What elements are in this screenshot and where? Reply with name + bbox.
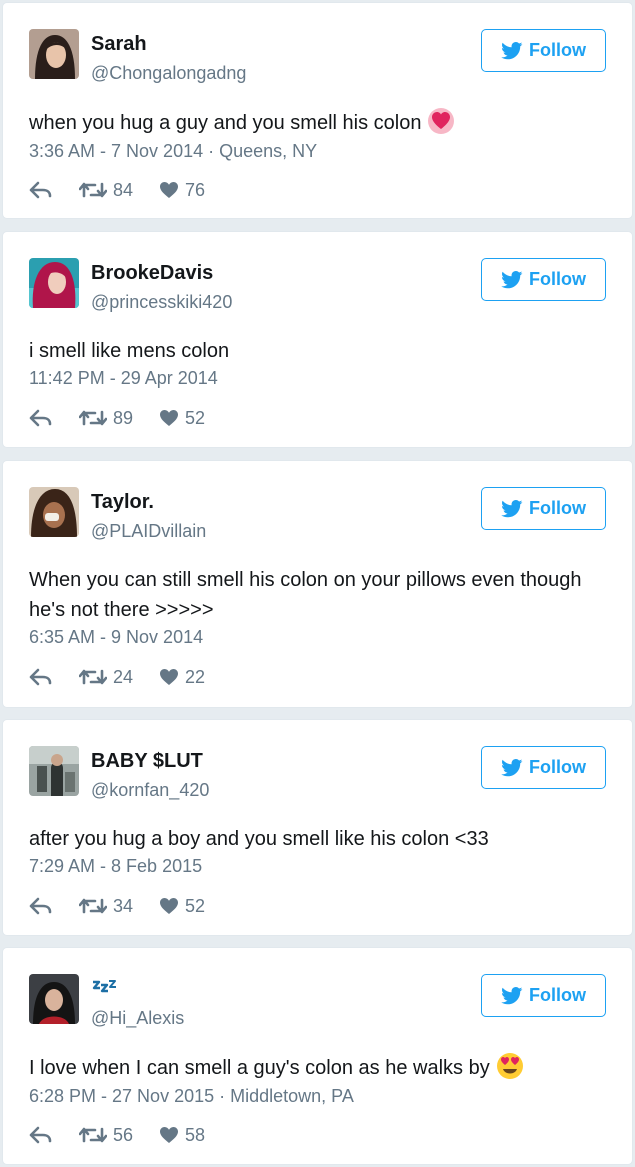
- tweet-text: I love when I can smell a guy's colon as…: [29, 1052, 589, 1083]
- tweet-timestamp[interactable]: 11:42 PM - 29 Apr 2014: [29, 368, 218, 389]
- display-name[interactable]: BABY $LUT: [91, 750, 203, 773]
- reply-button[interactable]: [29, 181, 53, 199]
- tweet-actions: 34 52: [29, 894, 231, 918]
- bird-icon: [501, 270, 523, 288]
- like-count: 52: [185, 895, 206, 916]
- retweet-button[interactable]: 84: [79, 180, 133, 201]
- like-button[interactable]: 52: [159, 896, 205, 917]
- follow-button[interactable]: Follow: [481, 974, 606, 1017]
- heart-icon: [160, 898, 179, 914]
- retweet-count: 56: [113, 1124, 134, 1145]
- reply-icon: [29, 1126, 52, 1144]
- follow-label: Follow: [529, 985, 586, 1005]
- avatar[interactable]: [29, 258, 79, 308]
- follow-label: Follow: [529, 40, 586, 60]
- like-count: 76: [185, 179, 206, 200]
- like-count: 58: [185, 1124, 206, 1145]
- display-name[interactable]: [91, 978, 117, 1001]
- display-name[interactable]: BrookeDavis: [91, 262, 213, 285]
- like-button[interactable]: 58: [159, 1125, 205, 1146]
- tweet-timestamp[interactable]: 6:28 PM - 27 Nov 2015 · Middletown, PA: [29, 1086, 354, 1107]
- tweet-timestamp[interactable]: 7:29 AM - 8 Feb 2015: [29, 856, 202, 877]
- tweet-feed: Sarah @Chongalongadng Follow when you hu…: [0, 0, 635, 1167]
- tweet-card: BABY $LUT @kornfan_420 Follow after you …: [2, 719, 633, 936]
- tweet-card: Sarah @Chongalongadng Follow when you hu…: [2, 2, 633, 219]
- display-name[interactable]: Taylor.: [91, 491, 154, 514]
- tweet-text: when you hug a guy and you smell his col…: [29, 107, 589, 138]
- avatar[interactable]: [29, 487, 79, 537]
- follow-label: Follow: [529, 757, 586, 777]
- tweet-text-content: i smell like mens colon: [29, 340, 230, 362]
- user-handle[interactable]: @princesskiki420: [91, 292, 232, 313]
- reply-button[interactable]: [29, 897, 53, 915]
- tweet-actions: 24 22: [29, 665, 231, 689]
- like-button[interactable]: 52: [159, 408, 205, 429]
- like-button[interactable]: 22: [159, 667, 205, 688]
- tweet-timestamp[interactable]: 6:35 AM - 9 Nov 2014: [29, 627, 203, 648]
- tweet-text-content: when you hug a guy and you smell his col…: [29, 112, 422, 134]
- retweet-icon: [79, 669, 107, 685]
- follow-button[interactable]: Follow: [481, 746, 606, 789]
- heart-eyes-emoji-icon: [496, 1053, 523, 1079]
- retweet-count: 34: [113, 895, 134, 916]
- avatar[interactable]: [29, 974, 79, 1024]
- tweet-text: When you can still smell his colon on yo…: [29, 565, 589, 625]
- reply-icon: [29, 897, 52, 915]
- follow-button[interactable]: Follow: [481, 487, 606, 530]
- follow-label: Follow: [529, 269, 586, 289]
- retweet-icon: [79, 182, 107, 198]
- retweet-button[interactable]: 89: [79, 408, 133, 429]
- user-handle[interactable]: @Chongalongadng: [91, 63, 246, 84]
- tweet-text-content: I love when I can smell a guy's colon as…: [29, 1057, 490, 1079]
- avatar[interactable]: [29, 746, 79, 796]
- heart-icon: [160, 1127, 179, 1143]
- zzz-icon: [91, 979, 117, 995]
- like-count: 52: [185, 407, 206, 428]
- bird-icon: [501, 758, 523, 776]
- follow-label: Follow: [529, 498, 586, 518]
- retweet-button[interactable]: 34: [79, 896, 133, 917]
- tweet-text-content: When you can still smell his colon on yo…: [29, 569, 582, 621]
- heart-icon: [160, 182, 179, 198]
- like-count: 22: [185, 666, 206, 687]
- heart-icon: [160, 410, 179, 426]
- tweet-card: @Hi_Alexis Follow I love when I can smel…: [2, 947, 633, 1165]
- follow-button[interactable]: Follow: [481, 258, 606, 301]
- tweet-actions: 84 76: [29, 178, 231, 202]
- follow-button[interactable]: Follow: [481, 29, 606, 72]
- heart-icon: [160, 669, 179, 685]
- user-handle[interactable]: @PLAIDvillain: [91, 521, 206, 542]
- tweet-text-content: after you hug a boy and you smell like h…: [29, 828, 489, 850]
- avatar[interactable]: [29, 29, 79, 79]
- heart-emoji-icon: [428, 108, 455, 134]
- retweet-count: 24: [113, 666, 134, 687]
- retweet-icon: [79, 898, 107, 914]
- retweet-icon: [79, 1127, 107, 1143]
- user-handle[interactable]: @kornfan_420: [91, 780, 209, 801]
- retweet-icon: [79, 410, 107, 426]
- tweet-card: Taylor. @PLAIDvillain Follow When you ca…: [2, 460, 633, 708]
- retweet-button[interactable]: 24: [79, 667, 133, 688]
- tweet-text: i smell like mens colon: [29, 336, 589, 366]
- tweet-card: BrookeDavis @princesskiki420 Follow i sm…: [2, 231, 633, 448]
- user-handle[interactable]: @Hi_Alexis: [91, 1008, 184, 1029]
- tweet-actions: 89 52: [29, 406, 231, 430]
- reply-button[interactable]: [29, 409, 53, 427]
- tweet-timestamp[interactable]: 3:36 AM - 7 Nov 2014 · Queens, NY: [29, 141, 317, 162]
- retweet-count: 89: [113, 407, 134, 428]
- reply-button[interactable]: [29, 1126, 53, 1144]
- tweet-text: after you hug a boy and you smell like h…: [29, 824, 589, 854]
- reply-icon: [29, 668, 52, 686]
- retweet-count: 84: [113, 179, 134, 200]
- like-button[interactable]: 76: [159, 180, 205, 201]
- bird-icon: [501, 986, 523, 1004]
- bird-icon: [501, 499, 523, 517]
- tweet-actions: 56 58: [29, 1123, 231, 1147]
- reply-icon: [29, 409, 52, 427]
- bird-icon: [501, 41, 523, 59]
- display-name[interactable]: Sarah: [91, 33, 147, 56]
- reply-icon: [29, 181, 52, 199]
- retweet-button[interactable]: 56: [79, 1125, 133, 1146]
- reply-button[interactable]: [29, 668, 53, 686]
